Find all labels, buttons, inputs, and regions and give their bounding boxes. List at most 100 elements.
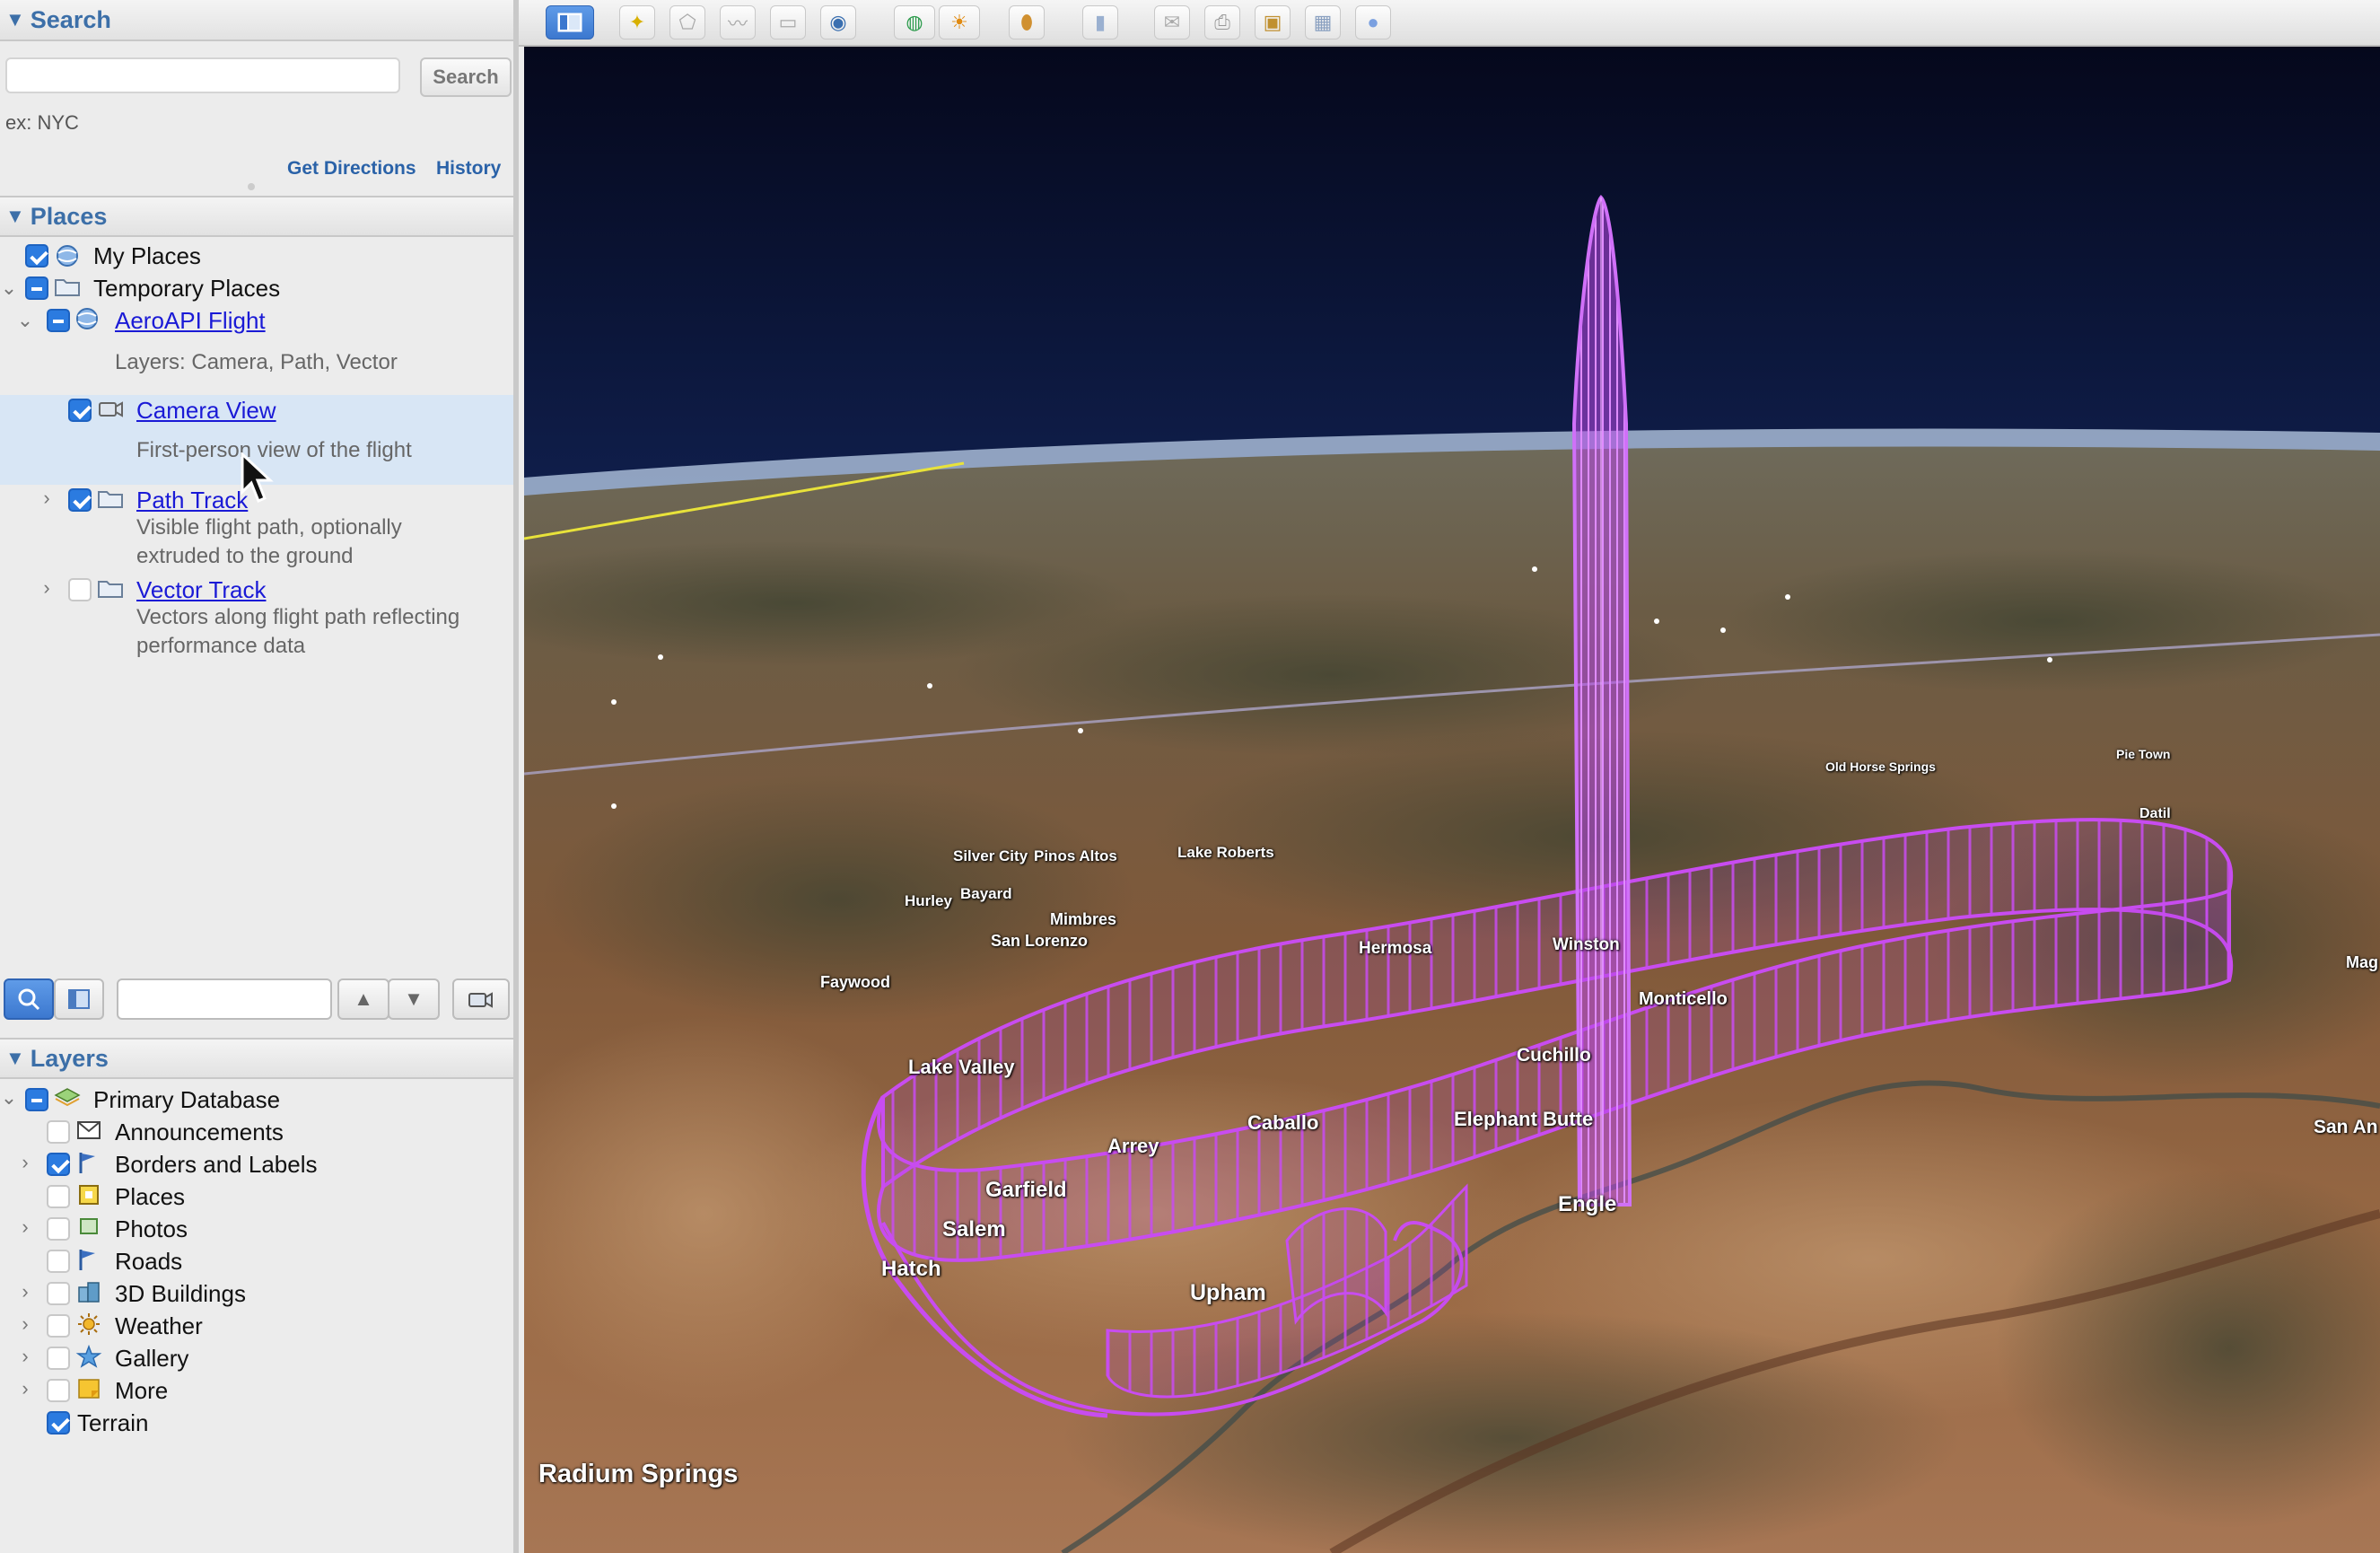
places-panel-title: Places [30,202,108,230]
view-in-maps-button[interactable]: ▦ [1305,5,1341,39]
terrain-scene[interactable] [524,47,2380,1553]
splitter-handle[interactable] [248,183,255,190]
switch-planet-button[interactable]: ⬮ [1009,5,1045,39]
chevron-right-icon[interactable]: › [16,1280,34,1303]
my-places-checkbox[interactable] [25,244,48,268]
chevron-right-icon[interactable]: › [38,487,56,510]
places-layer-checkbox[interactable] [47,1185,70,1208]
layer-terrain[interactable]: Terrain [77,1409,148,1437]
layer-photos[interactable]: Photos [115,1215,188,1243]
layer-primary-database[interactable]: Primary Database [93,1086,280,1114]
layer-gallery[interactable]: Gallery [115,1345,188,1373]
search-places-button[interactable] [4,978,54,1020]
globe-icon [57,245,78,267]
collapse-triangle-icon[interactable]: ▼ [5,205,25,228]
temporary-places-checkbox[interactable] [25,276,48,300]
folder-icon [98,491,123,508]
search-button[interactable]: Search [420,57,512,97]
places-panel-header[interactable]: ▼ Places [0,196,513,237]
camera-icon [468,992,493,1008]
search-panel-header[interactable]: ▼ Search [0,0,513,41]
aeroapi-flight-checkbox[interactable] [47,309,70,332]
tour-camera-button[interactable] [452,978,510,1020]
historical-imagery-button[interactable]: ◍ [894,5,935,39]
roads-checkbox[interactable] [47,1250,70,1273]
record-tour-icon: ◉ [829,11,847,33]
3d-buildings-checkbox[interactable] [47,1282,70,1305]
add-placemark-button[interactable]: ✦ [619,5,655,39]
map-label: Hatch [881,1257,941,1281]
search-input[interactable] [5,57,400,93]
primary-database-checkbox[interactable] [25,1088,48,1111]
map-label: San An [2314,1117,2378,1137]
collapse-triangle-icon[interactable]: ▼ [5,1047,25,1070]
camera-view-checkbox[interactable] [68,399,92,422]
chevron-down-icon[interactable]: ⌄ [0,276,18,300]
map-label: Engle [1558,1192,1617,1216]
folder-icon [55,279,80,296]
chevron-right-icon[interactable]: › [16,1215,34,1239]
aeroapi-flight-link[interactable]: AeroAPI Flight [115,307,266,335]
print-button[interactable]: ⎙ [1204,5,1240,39]
chevron-down-icon[interactable]: ⌄ [0,1086,18,1110]
gallery-checkbox[interactable] [47,1347,70,1370]
vector-track-link[interactable]: Vector Track [136,576,267,604]
move-up-button[interactable]: ▲ [337,978,389,1020]
more-checkbox[interactable] [47,1379,70,1402]
envelope-icon [77,1121,101,1139]
path-track-link[interactable]: Path Track [136,487,248,514]
mouse-cursor-icon [241,452,274,503]
announcements-checkbox[interactable] [47,1120,70,1144]
arrow-down-icon: ▼ [404,987,424,1010]
get-directions-link[interactable]: Get Directions [287,158,416,180]
chevron-right-icon[interactable]: › [16,1377,34,1400]
chevron-right-icon[interactable]: › [16,1345,34,1368]
layer-weather[interactable]: Weather [115,1312,203,1340]
history-link[interactable]: History [436,158,501,180]
photos-checkbox[interactable] [47,1217,70,1241]
chevron-right-icon[interactable]: › [16,1151,34,1174]
layer-places[interactable]: Places [115,1183,185,1211]
main-toolbar: ✦ ⬠ 〰 ▭ ◉ ◍ ☀ ⬮ ▮ ✉ ⎙ ▣ ▦ ● [519,0,2380,47]
chevron-down-icon[interactable]: ⌄ [16,309,34,332]
layer-announcements[interactable]: Announcements [115,1119,284,1146]
chevron-right-icon[interactable]: › [38,576,56,600]
layer-more[interactable]: More [115,1377,168,1405]
chevron-right-icon[interactable]: › [16,1312,34,1336]
layer-roads[interactable]: Roads [115,1248,182,1276]
sunlight-button[interactable]: ☀ [939,5,980,39]
layer-3d-buildings[interactable]: 3D Buildings [115,1280,246,1308]
layers-panel-header[interactable]: ▼ Layers [0,1038,513,1079]
camera-view-link[interactable]: Camera View [136,397,276,425]
magnifier-icon [18,988,40,1011]
map-label: Mimbres [1050,910,1117,928]
toggle-panel-button[interactable] [54,978,104,1020]
weather-checkbox[interactable] [47,1314,70,1338]
map-label: Faywood [820,973,891,991]
sidebar-toggle-button[interactable] [546,5,594,39]
temporary-places-label[interactable]: Temporary Places [93,275,280,303]
record-tour-button[interactable]: ◉ [820,5,856,39]
move-down-button[interactable]: ▼ [388,978,440,1020]
placemark-pin-icon: ✦ [628,11,646,33]
save-image-button[interactable]: ▣ [1255,5,1291,39]
vector-track-checkbox[interactable] [68,578,92,601]
globe-icon [76,308,98,329]
add-image-overlay-button[interactable]: ▭ [770,5,806,39]
add-polygon-button[interactable]: ⬠ [669,5,705,39]
borders-labels-checkbox[interactable] [47,1153,70,1176]
add-path-button[interactable]: 〰 [720,5,756,39]
places-filter-input[interactable] [117,978,332,1020]
terrain-checkbox[interactable] [47,1411,70,1435]
path-track-checkbox[interactable] [68,488,92,512]
email-button[interactable]: ✉ [1154,5,1190,39]
my-places-label[interactable]: My Places [93,242,201,270]
earth-3d-view[interactable]: Silver City Pinos Altos Lake Roberts Hur… [524,47,2380,1553]
collapse-triangle-icon[interactable]: ▼ [5,8,25,31]
ruler-button[interactable]: ▮ [1082,5,1118,39]
earth-community-button[interactable]: ● [1355,5,1391,39]
layer-borders-and-labels[interactable]: Borders and Labels [115,1151,317,1179]
map-label: Lake Valley [908,1056,1015,1078]
polygon-icon: ⬠ [678,11,696,33]
sidebar-icon [557,13,582,32]
